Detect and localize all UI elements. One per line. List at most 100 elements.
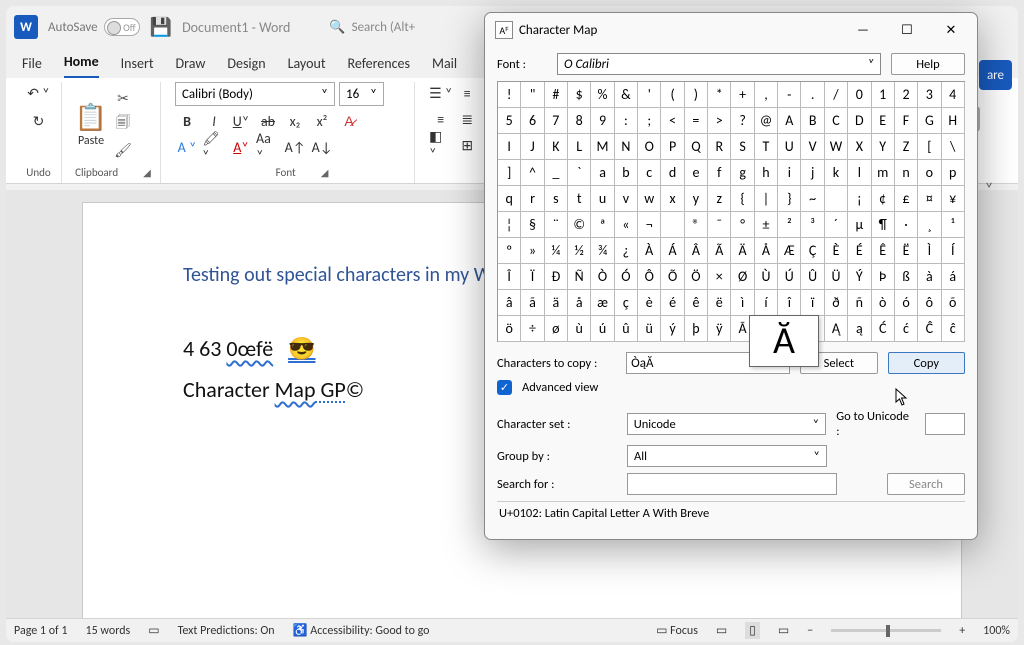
char-cell[interactable]: ê [685,290,708,316]
char-cell[interactable]: / [825,82,848,108]
char-cell[interactable]: ù [568,316,591,342]
char-cell[interactable]: 6 [521,108,544,134]
char-cell[interactable]: Ć [872,316,895,342]
char-cell[interactable]: ó [895,290,918,316]
minimize-button[interactable]: — [841,15,885,45]
goto-unicode-input[interactable] [925,413,965,435]
char-cell[interactable]: ² [778,212,801,238]
char-cell[interactable]: Ï [521,264,544,290]
char-cell[interactable]: 2 [895,82,918,108]
change-case-button[interactable]: Aa ˅ [256,136,280,158]
char-cell[interactable]: º [498,238,521,264]
char-cell[interactable]: T [755,134,778,160]
view-web-icon[interactable]: ▭ [778,623,789,638]
char-cell[interactable]: H [942,108,965,134]
char-cell[interactable]: u [591,186,614,212]
char-cell[interactable]: £ [895,186,918,212]
char-cell[interactable]: ì [731,290,754,316]
char-cell[interactable]: ä [545,290,568,316]
char-cell[interactable]: \ [942,134,965,160]
char-cell[interactable]: K [545,134,568,160]
status-words[interactable]: 15 words [86,624,131,638]
status-page[interactable]: Page 1 of 1 [14,624,68,638]
char-cell[interactable]: U [778,134,801,160]
char-cell[interactable]: e [685,160,708,186]
char-cell[interactable]: } [778,186,801,212]
char-cell[interactable]: ] [498,160,521,186]
tab-draw[interactable]: Draw [176,55,206,78]
char-cell[interactable]: ; [638,108,661,134]
char-cell[interactable]: w [638,186,661,212]
tab-mailings[interactable]: Mail [432,55,457,78]
char-cell[interactable]: ~ [801,186,824,212]
char-cell[interactable]: ã [521,290,544,316]
char-cell[interactable]: Ð [545,264,568,290]
char-cell[interactable]: P [661,134,684,160]
char-cell[interactable]: Ã [708,238,731,264]
zoom-level[interactable]: 100% [983,624,1010,638]
tab-references[interactable]: References [348,55,410,78]
char-cell[interactable]: © [568,212,591,238]
searchfor-input[interactable] [627,473,837,495]
char-cell[interactable]: $ [568,82,591,108]
char-cell[interactable]: c [638,160,661,186]
char-cell[interactable]: ö [498,316,521,342]
font-size-select[interactable]: 16˅ [339,82,384,106]
dialog-launcher-icon[interactable]: ◢ [143,166,151,179]
char-cell[interactable]: × [708,264,731,290]
char-cell[interactable]: í [755,290,778,316]
share-button[interactable]: are [979,60,1012,90]
char-cell[interactable]: Q [685,134,708,160]
view-read-icon[interactable]: ▭ [716,623,727,638]
char-cell[interactable]: Ô [638,264,661,290]
char-cell[interactable]: ÷ [521,316,544,342]
char-cell[interactable]: ç [615,290,638,316]
char-cell[interactable]: Z [895,134,918,160]
char-cell[interactable]: Ñ [568,264,591,290]
char-cell[interactable]: ð [825,290,848,316]
char-cell[interactable]: l [848,160,871,186]
char-cell[interactable]: Ä [731,238,754,264]
char-cell[interactable]: { [731,186,754,212]
char-cell[interactable]: F [895,108,918,134]
char-cell[interactable]: « [615,212,638,238]
char-cell[interactable]: n [895,160,918,186]
char-cell[interactable]: ¤ [918,186,941,212]
char-cell[interactable]: Æ [778,238,801,264]
char-cell[interactable]: _ [545,160,568,186]
char-cell[interactable]: ¥ [942,186,965,212]
char-cell[interactable]: a [591,160,614,186]
char-cell[interactable]: ¸ [918,212,941,238]
char-cell[interactable]: g [731,160,754,186]
char-cell[interactable]: ¾ [591,238,614,264]
char-cell[interactable]: Ú [778,264,801,290]
char-cell[interactable]: ? [731,108,754,134]
char-cell[interactable]: Ì [918,238,941,264]
status-predictions[interactable]: Text Predictions: On [178,624,275,638]
char-cell[interactable]: @ [755,108,778,134]
charmap-titlebar[interactable]: Aꟳ Character Map — ☐ ✕ [485,13,977,47]
char-cell[interactable]: û [615,316,638,342]
align-center-button[interactable]: ≣ [456,108,480,130]
zoom-handle[interactable] [886,625,890,637]
cut-button[interactable]: ✂ [112,87,134,109]
char-cell[interactable]: # [545,82,568,108]
shading-button[interactable]: ◧ ˅ [429,134,453,156]
char-cell[interactable]: s [545,186,568,212]
char-cell[interactable]: x [661,186,684,212]
status-proofing-icon[interactable]: ▭ [148,623,159,638]
char-cell[interactable]: ­ [661,212,684,238]
status-focus[interactable]: ▭ Focus [656,623,698,638]
char-cell[interactable]: , [755,82,778,108]
char-cell[interactable]: ´ [825,212,848,238]
char-cell[interactable]: ú [591,316,614,342]
char-cell[interactable]: = [685,108,708,134]
char-cell[interactable]: ) [685,82,708,108]
char-cell[interactable]: r [521,186,544,212]
char-cell[interactable]: Y [872,134,895,160]
char-cell[interactable]: o [918,160,941,186]
char-cell[interactable]: m [872,160,895,186]
char-cell[interactable]: 7 [545,108,568,134]
char-cell[interactable]: z [708,186,731,212]
help-button[interactable]: Help [891,53,965,75]
